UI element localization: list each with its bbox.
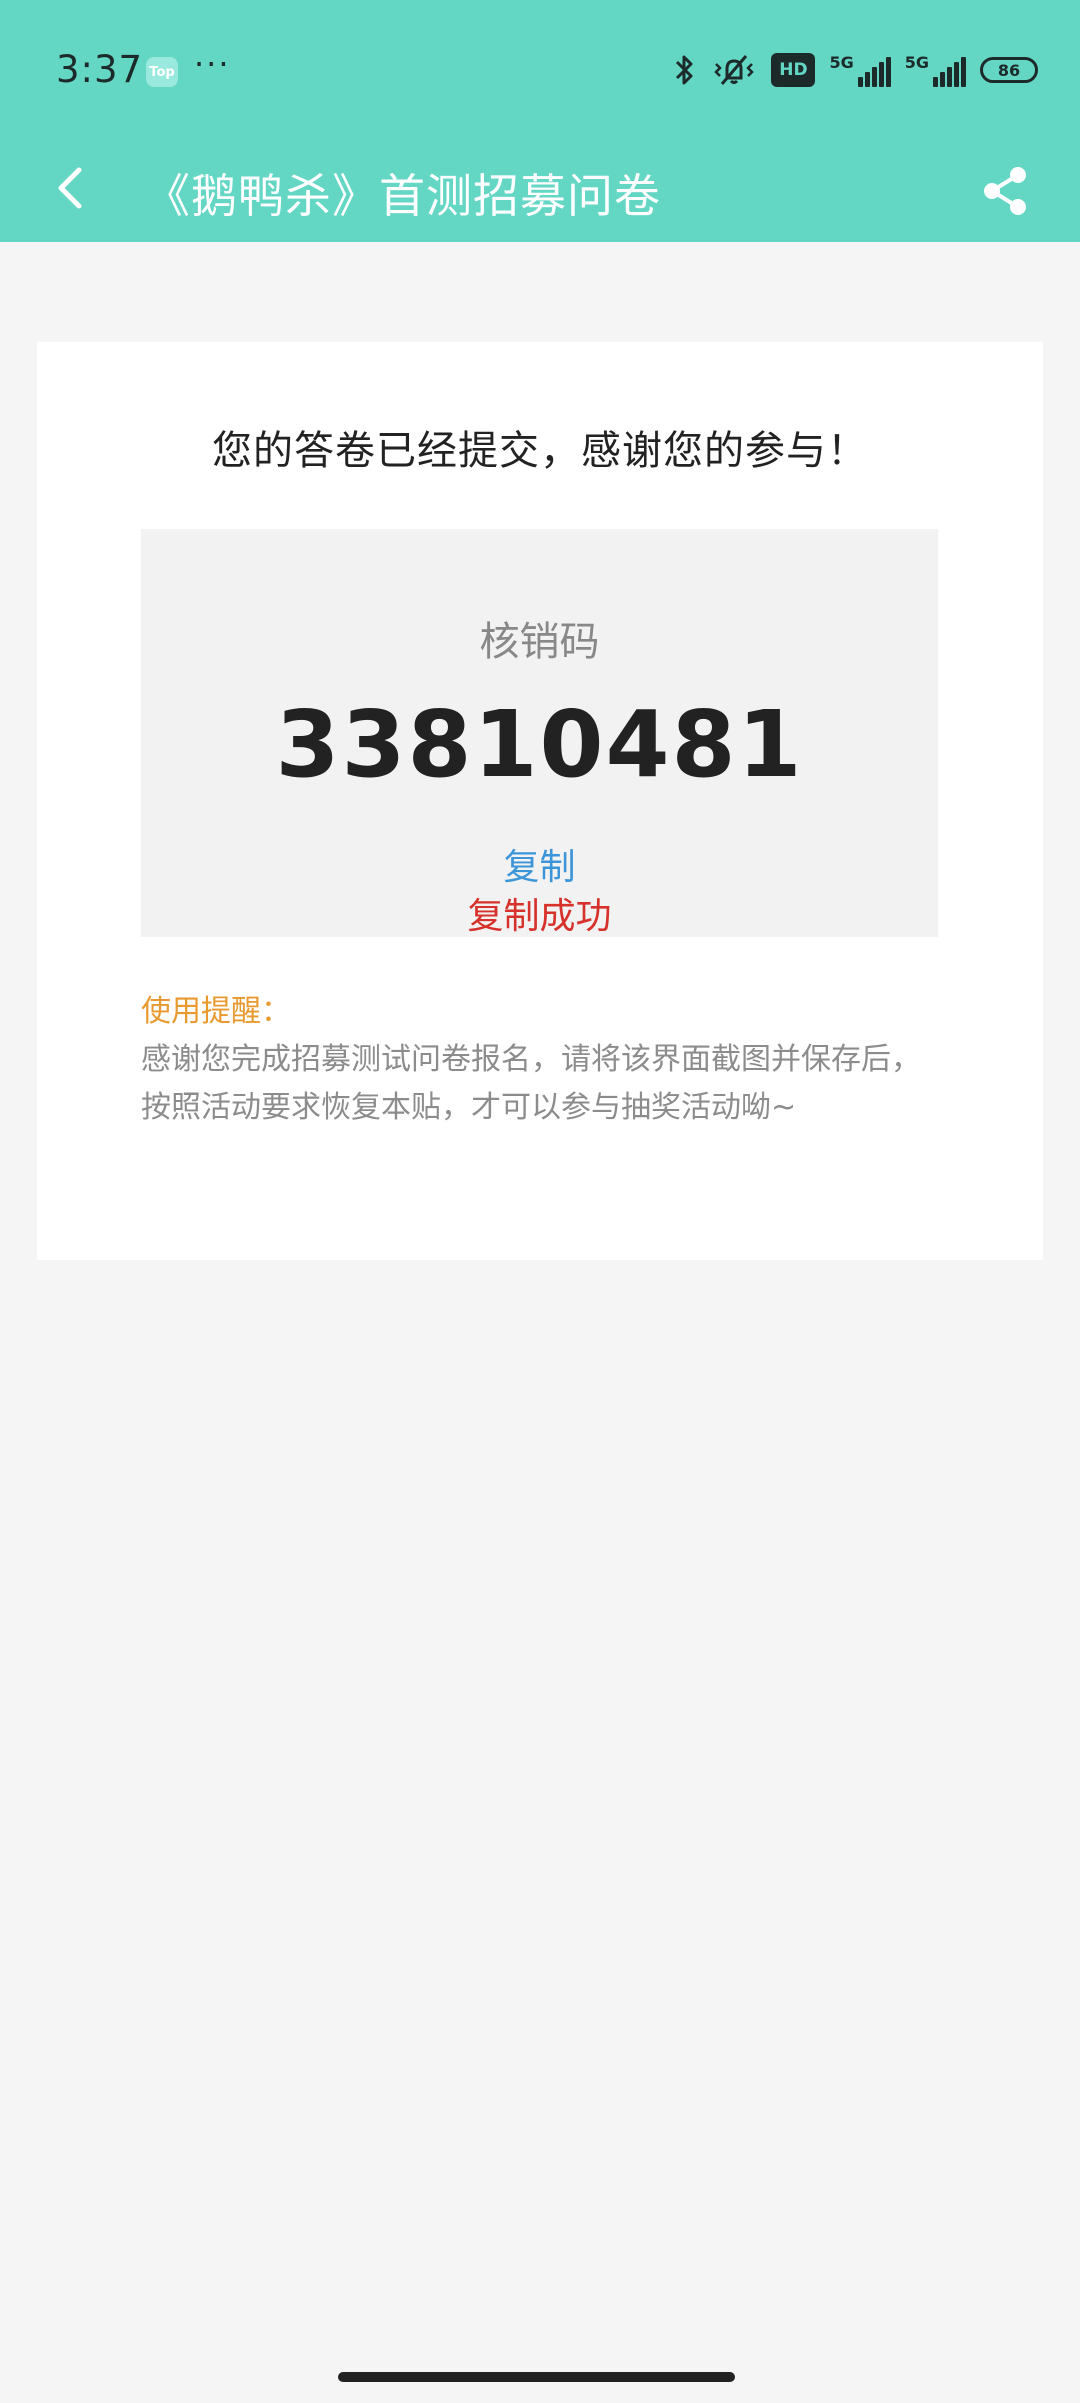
copy-button[interactable]: 复制: [141, 838, 938, 890]
submission-card: 您的答卷已经提交，感谢您的参与！ 核销码 33810481 复制 复制成功 使用…: [37, 342, 1043, 1260]
status-time: 3:37: [56, 48, 144, 91]
page-title: 《鹅鸭杀》首测招募问卷: [144, 169, 661, 223]
chevron-left-icon: [58, 167, 82, 209]
hd-voice-icon: HD: [771, 53, 816, 87]
reminder-text: 感谢您完成招募测试问卷报名，请将该界面截图并保存后，按照活动要求恢复本贴，才可以…: [141, 1042, 921, 1125]
share-icon: [984, 167, 1026, 215]
reminder-title: 使用提醒：: [141, 994, 291, 1029]
network-type-label-2: 5G: [904, 53, 929, 72]
copy-success-message: 复制成功: [467, 896, 612, 937]
bluetooth-icon: [676, 55, 693, 85]
share-button[interactable]: [970, 156, 1040, 226]
status-icons: HD 5G 5G 86: [673, 49, 1038, 91]
signal-icon-2: 5G: [905, 53, 966, 87]
signal-icon: 5G: [829, 53, 891, 87]
redemption-code-box: 核销码 33810481 复制 复制成功: [141, 529, 938, 937]
redemption-code[interactable]: 33810481: [141, 691, 938, 798]
top-app-badge-icon: Top: [146, 57, 178, 87]
vibrate-mute-icon: [714, 55, 755, 85]
thanks-heading: 您的答卷已经提交，感谢您的参与！: [212, 428, 868, 474]
code-label: 核销码: [479, 619, 600, 665]
app-bar: 《鹅鸭杀》首测招募问卷: [0, 140, 1080, 242]
more-notifications-icon: ···: [194, 45, 231, 83]
network-type-label: 5G: [829, 53, 854, 72]
home-indicator[interactable]: [338, 2372, 735, 2382]
back-button[interactable]: [38, 156, 102, 220]
battery-icon: 86: [980, 57, 1038, 83]
status-bar: 3:37 Top ··· HD 5G 5G 86: [0, 0, 1080, 140]
